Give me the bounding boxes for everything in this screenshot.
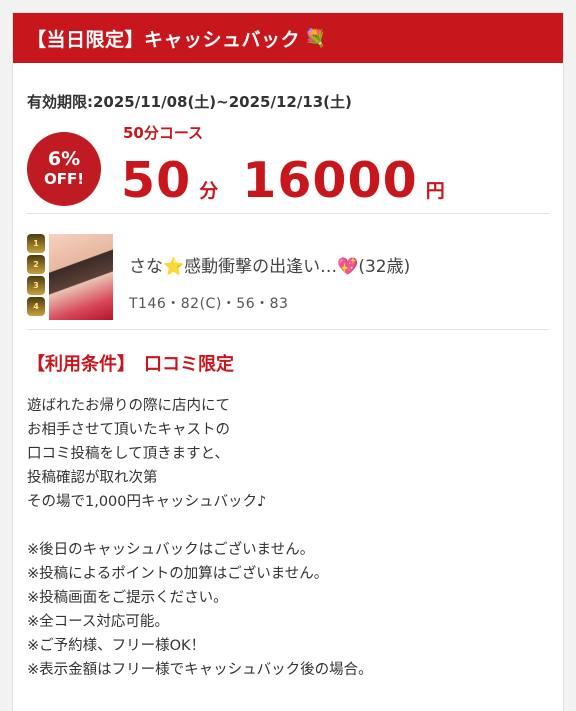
validity-period: 有効期限:2025/11/08(土)~2025/12/13(土) xyxy=(27,93,352,111)
cast-photo[interactable]: 1 2 3 4 xyxy=(27,234,113,320)
cashback-coupon-card: 【当日限定】キャッシュバック 💐 有効期限:2025/11/08(土)~2025… xyxy=(12,12,564,711)
conditions-notes: ※後日のキャッシュバックはございません。 ※投稿によるポイントの加算はございませ… xyxy=(27,538,563,682)
price-value: 16000 xyxy=(242,152,418,209)
note-line: ※表示金額はフリー様でキャッシュバック後の場合。 xyxy=(27,662,373,678)
discount-percent: 6% xyxy=(47,148,81,171)
rank-icon: 3 xyxy=(27,276,45,295)
cast-age: (32歳) xyxy=(358,257,411,277)
course-label: 50分コース xyxy=(123,124,204,142)
note-line: ※後日のキャッシュバックはございません。 xyxy=(27,542,315,558)
conditions-line: 遊ばれたお帰りの際に店内にて xyxy=(27,398,230,414)
rank-icons: 1 2 3 4 xyxy=(27,234,47,320)
minutes-unit: 分 xyxy=(199,180,219,202)
scallop-edge xyxy=(13,13,563,16)
conditions-body: 遊ばれたお帰りの際に店内にて お相手させて頂いたキャストの 口コミ投稿をして頂き… xyxy=(27,394,563,514)
cast-catchphrase: 感動衝撃の出逢い… xyxy=(184,257,338,277)
cast-profile[interactable]: 1 2 3 4 さな⭐感動衝撃の出逢い…💖(32歳) T146・82(C)・56… xyxy=(13,214,563,329)
note-line: ※投稿によるポイントの加算はございません。 xyxy=(27,566,329,582)
conditions-line: 口コミ投稿をして頂きますと、 xyxy=(27,446,229,462)
cast-name[interactable]: さな⭐感動衝撃の出逢い…💖(32歳) xyxy=(129,252,410,277)
coupon-title: 【当日限定】キャッシュバック xyxy=(27,28,301,51)
divider xyxy=(27,329,549,330)
cast-measurements: T146・82(C)・56・83 xyxy=(129,296,289,312)
cast-portrait-image xyxy=(49,234,113,320)
course-price: 50 分 16000 円 xyxy=(121,152,445,209)
star-icon: ⭐ xyxy=(163,257,185,277)
coupon-header: 【当日限定】キャッシュバック 💐 xyxy=(13,13,563,63)
conditions-line: その場で1,000円キャッシュバック♪ xyxy=(27,494,267,510)
discount-badge: 6% OFF! xyxy=(27,132,101,206)
gift-bouquet-icon: 💐 xyxy=(304,27,327,49)
heart-icon: 💖 xyxy=(337,257,359,277)
rank-icon: 2 xyxy=(27,255,45,274)
course-section: 6% OFF! 50分コース 50 分 16000 円 xyxy=(13,118,563,213)
note-line: ※全コース対応可能。 xyxy=(27,614,169,630)
cast-name-prefix: さな xyxy=(129,257,163,277)
conditions-title: 【利用条件】 口コミ限定 xyxy=(27,354,234,375)
conditions-line: お相手させて頂いたキャストの xyxy=(27,422,230,438)
rank-icon: 4 xyxy=(27,297,45,316)
price-unit: 円 xyxy=(425,180,445,202)
rank-icon: 1 xyxy=(27,234,45,253)
note-line: ※投稿画面をご提示ください。 xyxy=(27,590,228,606)
course-minutes: 50 xyxy=(121,152,192,209)
note-line: ※ご予約様、フリー様OK！ xyxy=(27,638,206,654)
discount-off-label: OFF! xyxy=(43,170,85,189)
conditions-line: 投稿確認が取れ次第 xyxy=(27,470,158,486)
